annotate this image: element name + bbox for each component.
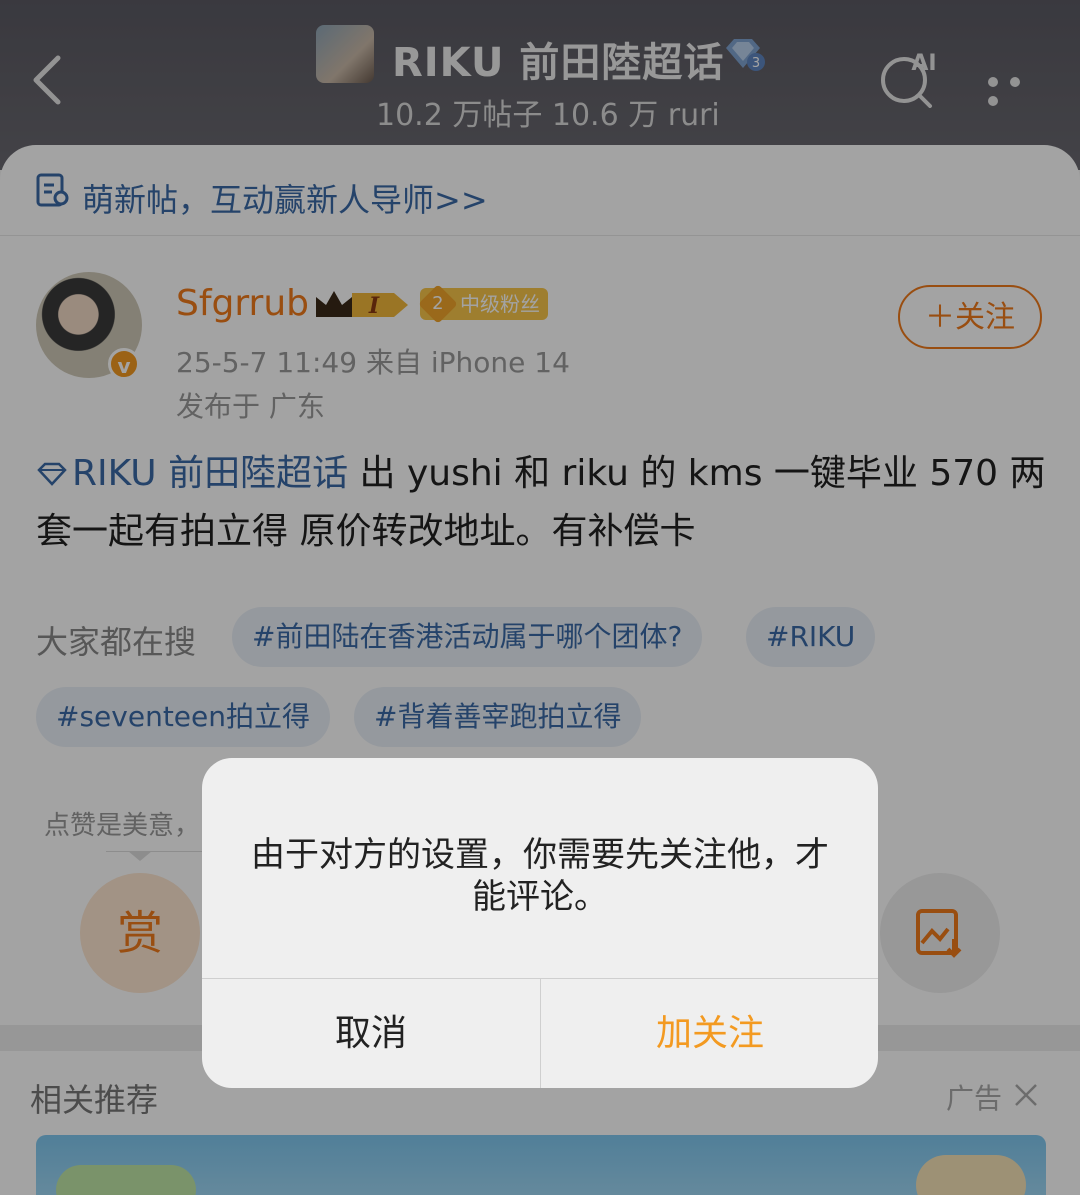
follow-required-dialog: 由于对方的设置，你需要先关注他，才能评论。 取消 加关注 bbox=[202, 758, 878, 1088]
dialog-message: 由于对方的设置，你需要先关注他，才能评论。 bbox=[251, 835, 829, 917]
follow-confirm-button[interactable]: 加关注 bbox=[541, 979, 878, 1088]
cancel-button[interactable]: 取消 bbox=[202, 979, 540, 1088]
